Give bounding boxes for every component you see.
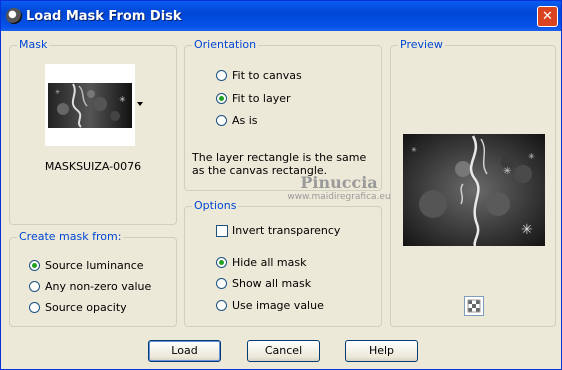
orientation-legend: Orientation [192,38,259,51]
radio-label: Fit to canvas [232,69,302,82]
checkbox-box [216,225,228,237]
svg-text:✳: ✳ [503,166,511,177]
close-icon: ✕ [542,9,553,24]
radio-dot [29,281,40,292]
radio-dot [216,115,227,126]
radio-label: Source luminance [45,259,144,272]
radio-label: Source opacity [45,301,127,314]
preview-toggle-button[interactable] [464,296,484,316]
mask-name-label: MASKSUIZA-0076 [44,160,142,173]
radio-label: Hide all mask [232,256,307,269]
create-mask-legend: Create mask from: [17,230,124,243]
radio-dot [216,257,227,268]
radio-label: As is [232,114,258,127]
svg-text:✳: ✳ [119,95,126,104]
radio-label: Any non-zero value [45,280,152,293]
radio-dot [29,260,40,271]
mask-group: Mask ✳ ✳ MASKSUIZA-0076 [9,38,177,225]
title-bar[interactable]: Load Mask From Disk ✕ [1,1,561,31]
watermark-name: Pinuccia [300,173,378,192]
svg-text:✳: ✳ [55,89,60,96]
options-legend: Options [192,199,239,212]
cancel-button[interactable]: Cancel [247,340,320,362]
radio-label: Use image value [232,299,324,312]
options-group: Options Invert transparency Hide all mas… [184,199,382,327]
dialog-window: Load Mask From Disk ✕ Mask ✳ ✳ MASKSUIZA… [0,0,562,370]
radio-dot [216,70,227,81]
preview-image: ✳ ✳ ✳ ✳ [403,134,545,246]
load-button[interactable]: Load [148,340,221,362]
svg-text:✳: ✳ [521,222,533,238]
window-title: Load Mask From Disk [26,9,182,24]
radio-label: Fit to layer [232,92,291,105]
preview-group: Preview ✳ ✳ ✳ ✳ [390,38,556,327]
radio-dot [29,302,40,313]
svg-text:✳: ✳ [528,152,535,161]
checkbox-label: Invert transparency [232,224,341,237]
radio-label: Show all mask [232,277,312,290]
mask-thumbnail[interactable]: ✳ ✳ [45,64,135,146]
watermark-site: www.maidiregrafica.eu [287,192,391,202]
orientation-group: Orientation Fit to canvas Fit to layer A… [184,38,382,191]
watermark: Pinuccia www.maidiregrafica.eu [279,173,399,202]
close-button[interactable]: ✕ [537,6,558,27]
preview-legend: Preview [398,38,445,51]
mask-dropdown-arrow[interactable] [137,102,143,106]
mask-group-legend: Mask [17,38,50,51]
radio-dot [216,93,227,104]
mask-thumbnail-image: ✳ ✳ [48,83,132,128]
app-icon [6,8,22,24]
help-button[interactable]: Help [345,340,418,362]
create-mask-group: Create mask from: Source luminance Any n… [9,230,177,327]
radio-dot [216,300,227,311]
svg-text:✳: ✳ [411,146,417,154]
checkerboard-icon [467,299,481,313]
radio-dot [216,278,227,289]
